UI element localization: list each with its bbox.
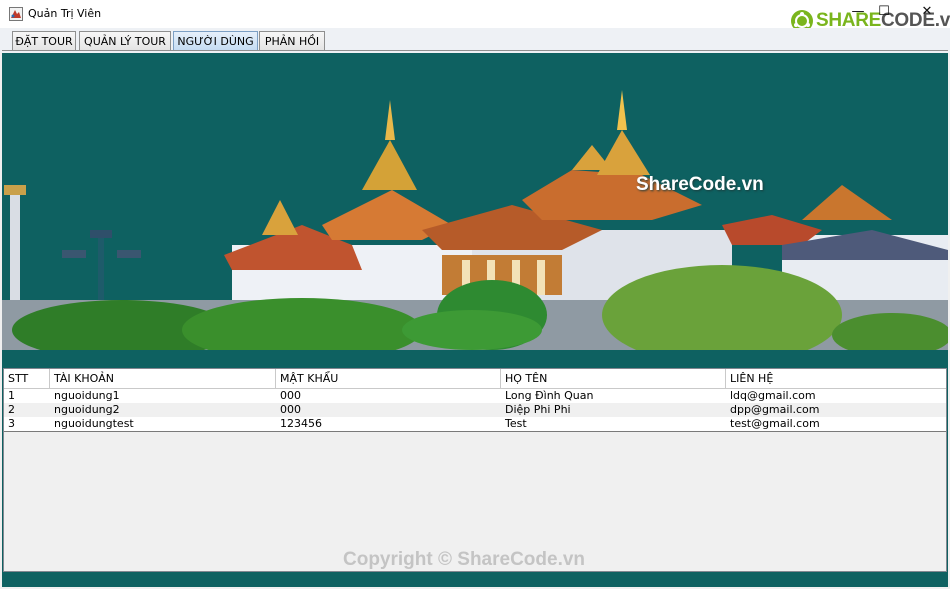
- column-header-contact[interactable]: LIÊN HỆ: [726, 369, 946, 388]
- cell-stt: 3: [8, 417, 15, 430]
- cell-account: nguoidung2: [54, 403, 120, 416]
- table-header: STT TÀI KHOẢN MẬT KHẨU HỌ TÊN LIÊN HỆ: [4, 369, 946, 389]
- close-button[interactable]: ✕: [919, 5, 935, 19]
- cell-contact: ldq@gmail.com: [730, 389, 816, 402]
- cell-account: nguoidung1: [54, 389, 120, 402]
- tab-quan-ly-tour[interactable]: QUẢN LÝ TOUR: [79, 31, 171, 50]
- column-header-stt[interactable]: STT: [4, 369, 50, 388]
- title-bar: Quản Trị Viên SHARECODE.vn — ☐ ✕: [0, 0, 950, 32]
- table-row[interactable]: 2 nguoidung2 000 Diệp Phi Phi dpp@gmail.…: [4, 403, 946, 417]
- cell-password: 000: [280, 389, 301, 402]
- table-row[interactable]: 3 nguoidungtest 123456 Test test@gmail.c…: [4, 417, 946, 431]
- tab-phan-hoi[interactable]: PHẢN HỒI: [259, 31, 325, 50]
- tab-dat-tour[interactable]: ĐẶT TOUR: [12, 31, 76, 50]
- cell-stt: 1: [8, 389, 15, 402]
- copyright-watermark: Copyright © ShareCode.vn: [343, 549, 586, 570]
- app-icon: [9, 7, 23, 21]
- column-header-fullname[interactable]: HỌ TÊN: [501, 369, 726, 388]
- palace-banner-image: [2, 60, 948, 360]
- cell-fullname: Test: [505, 417, 527, 430]
- table-body: 1 nguoidung1 000 Long Đình Quan ldq@gmai…: [4, 389, 946, 432]
- window-title: Quản Trị Viên: [28, 7, 102, 20]
- tab-divider: [2, 50, 948, 51]
- cell-fullname: Diệp Phi Phi: [505, 403, 571, 416]
- cell-fullname: Long Đình Quan: [505, 389, 594, 402]
- cell-account: nguoidungtest: [54, 417, 134, 430]
- cell-password: 000: [280, 403, 301, 416]
- users-table: STT TÀI KHOẢN MẬT KHẨU HỌ TÊN LIÊN HỆ 1 …: [3, 368, 947, 572]
- minimize-button[interactable]: —: [850, 5, 866, 19]
- table-row[interactable]: 1 nguoidung1 000 Long Đình Quan ldq@gmai…: [4, 389, 946, 403]
- column-header-account[interactable]: TÀI KHOẢN: [50, 369, 276, 388]
- cell-stt: 2: [8, 403, 15, 416]
- cell-contact: test@gmail.com: [730, 417, 820, 430]
- tab-nguoi-dung[interactable]: NGƯỜI DÙNG: [173, 31, 258, 50]
- banner-watermark-text: ShareCode.vn: [636, 174, 764, 195]
- maximize-button[interactable]: ☐: [876, 5, 892, 19]
- column-header-password[interactable]: MẬT KHẨU: [276, 369, 501, 388]
- cell-password: 123456: [280, 417, 322, 430]
- cell-contact: dpp@gmail.com: [730, 403, 820, 416]
